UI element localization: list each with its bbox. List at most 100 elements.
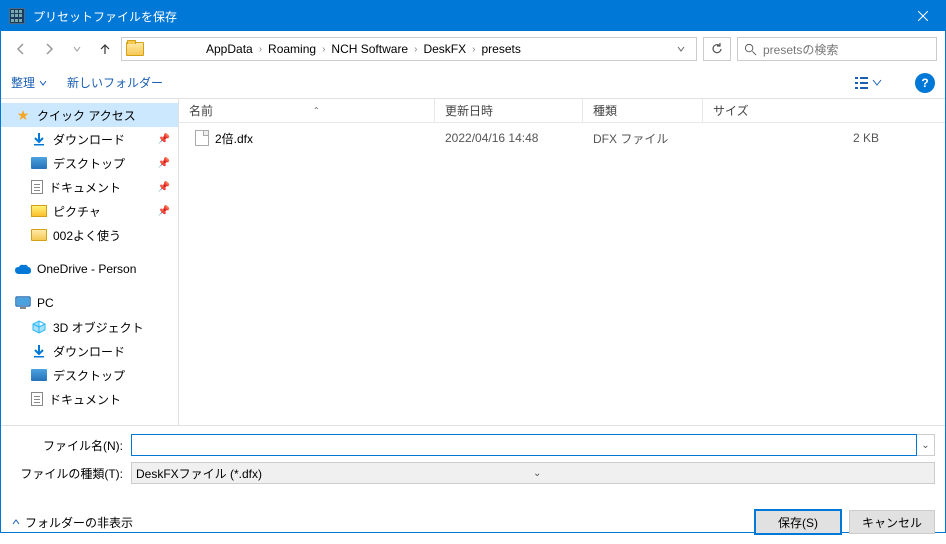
download-icon	[31, 131, 47, 147]
sidebar: ★ クイック アクセス ダウンロード 📌 デスクトップ 📌 ドキュメント 📌 ピクチャ📌…	[1, 99, 179, 425]
desktop-icon	[31, 157, 47, 169]
documents-icon	[31, 180, 43, 194]
sidebar-item-pc[interactable]: PC	[1, 291, 178, 315]
star-icon: ★	[15, 107, 31, 123]
folder-icon	[31, 229, 47, 241]
file-list: 名前⌃ 更新日時 種類 サイズ 2倍.dfx 2022/04/16 14:48 …	[179, 99, 945, 425]
view-icon	[855, 75, 883, 91]
sidebar-item-desktop-pc[interactable]: デスクトップ	[1, 363, 178, 387]
download-icon	[31, 343, 47, 359]
file-name-cell: 2倍.dfx	[185, 130, 435, 147]
navbar: AppData› Roaming› NCH Software› DeskFX› …	[1, 31, 945, 67]
cancel-button[interactable]: キャンセル	[849, 510, 935, 534]
sidebar-item-downloads-pc[interactable]: ダウンロード	[1, 339, 178, 363]
search-placeholder: presetsの検索	[763, 41, 838, 58]
column-header-date[interactable]: 更新日時	[435, 99, 583, 122]
pin-icon: 📌	[158, 158, 170, 169]
search-input[interactable]: presetsの検索	[737, 37, 937, 61]
sidebar-item-label: ダウンロード	[53, 343, 125, 360]
onedrive-icon	[15, 261, 31, 277]
filename-dropdown[interactable]: ⌄	[917, 434, 935, 456]
nav-forward-button[interactable]	[37, 37, 61, 61]
breadcrumb: AppData› Roaming› NCH Software› DeskFX› …	[202, 42, 670, 56]
sidebar-item-documents-pc[interactable]: ドキュメント	[1, 387, 178, 411]
desktop-icon	[31, 369, 47, 381]
hide-folders-button[interactable]: フォルダーの非表示	[11, 514, 133, 531]
file-size-cell: 2 KB	[703, 131, 939, 145]
chevron-up-icon	[11, 517, 21, 527]
filetype-combo[interactable]: DeskFXファイル (*.dfx)⌄	[131, 462, 935, 484]
column-headers: 名前⌃ 更新日時 種類 サイズ	[179, 99, 945, 123]
sidebar-item-label: ダウンロード	[53, 131, 125, 148]
crumb-roaming[interactable]: Roaming	[264, 42, 320, 56]
pin-icon: 📌	[158, 182, 170, 193]
toolbar: 整理 新しいフォルダー ?	[1, 67, 945, 99]
documents-icon	[31, 392, 43, 406]
address-bar[interactable]: AppData› Roaming› NCH Software› DeskFX› …	[121, 37, 697, 61]
pin-icon: 📌	[158, 134, 170, 145]
close-button[interactable]	[900, 1, 945, 31]
chevron-right-icon: ›	[470, 44, 477, 55]
new-folder-button[interactable]: 新しいフォルダー	[67, 74, 163, 91]
crumb-presets[interactable]: presets	[477, 42, 524, 56]
nav-back-button[interactable]	[9, 37, 33, 61]
sidebar-item-label: PC	[37, 296, 54, 310]
help-button[interactable]: ?	[915, 73, 935, 93]
sidebar-item-pictures[interactable]: ピクチャ📌	[1, 199, 178, 223]
folder-icon	[126, 42, 144, 56]
chevron-right-icon: ›	[320, 44, 327, 55]
filetype-label: ファイルの種類(T):	[11, 465, 131, 482]
sidebar-item-custom-folder[interactable]: 002よく使う	[1, 223, 178, 247]
column-header-type[interactable]: 種類	[583, 99, 703, 122]
sidebar-item-label: 3D オブジェクト	[53, 319, 144, 336]
filename-label: ファイル名(N):	[11, 437, 131, 454]
chevron-right-icon: ›	[257, 44, 264, 55]
refresh-button[interactable]	[703, 37, 731, 61]
crumb-appdata[interactable]: AppData	[202, 42, 257, 56]
pin-icon: 📌	[158, 206, 170, 217]
nav-up-button[interactable]	[93, 37, 117, 61]
address-dropdown-icon[interactable]	[670, 44, 692, 54]
footer: フォルダーの非表示 保存(S) キャンセル	[1, 498, 945, 544]
pictures-icon	[31, 205, 47, 217]
search-icon	[744, 43, 757, 56]
chevron-down-icon: ⌄	[533, 468, 930, 479]
bottom-panel: ファイル名(N): ⌄ ファイルの種類(T): DeskFXファイル (*.df…	[1, 425, 945, 498]
table-row[interactable]: 2倍.dfx 2022/04/16 14:48 DFX ファイル 2 KB	[185, 127, 939, 149]
sidebar-item-3d-objects[interactable]: 3D オブジェクト	[1, 315, 178, 339]
app-icon	[9, 8, 25, 24]
sidebar-item-desktop[interactable]: デスクトップ 📌	[1, 151, 178, 175]
crumb-deskfx[interactable]: DeskFX	[419, 42, 470, 56]
sidebar-item-label: デスクトップ	[53, 367, 125, 384]
sidebar-item-label: デスクトップ	[53, 155, 125, 172]
sidebar-item-downloads[interactable]: ダウンロード 📌	[1, 127, 178, 151]
sidebar-item-label: OneDrive - Person	[37, 262, 136, 276]
column-header-size[interactable]: サイズ	[703, 99, 945, 122]
filetype-value: DeskFXファイル (*.dfx)	[136, 465, 533, 482]
sidebar-item-label: ドキュメント	[49, 179, 121, 196]
sidebar-item-label: 002よく使う	[53, 227, 121, 244]
sidebar-item-label: クイック アクセス	[37, 107, 136, 124]
titlebar: プリセットファイルを保存	[1, 1, 945, 31]
filename-input[interactable]	[131, 434, 917, 456]
file-icon	[195, 130, 209, 146]
sidebar-item-label: ドキュメント	[49, 391, 121, 408]
pc-icon	[15, 295, 31, 311]
file-date-cell: 2022/04/16 14:48	[435, 131, 583, 145]
sidebar-item-quick-access[interactable]: ★ クイック アクセス	[1, 103, 178, 127]
window-title: プリセットファイルを保存	[33, 8, 900, 25]
crumb-nch[interactable]: NCH Software	[327, 42, 412, 56]
body-area: ★ クイック アクセス ダウンロード 📌 デスクトップ 📌 ドキュメント 📌 ピクチャ📌…	[1, 99, 945, 425]
organize-menu[interactable]: 整理	[11, 74, 47, 91]
chevron-right-icon: ›	[412, 44, 419, 55]
file-name: 2倍.dfx	[215, 130, 253, 147]
column-header-name[interactable]: 名前⌃	[179, 99, 435, 122]
sidebar-item-documents[interactable]: ドキュメント 📌	[1, 175, 178, 199]
chevron-down-icon	[39, 79, 47, 87]
nav-recent-dropdown[interactable]	[65, 37, 89, 61]
save-button[interactable]: 保存(S)	[755, 510, 841, 534]
view-options-button[interactable]	[855, 75, 883, 91]
sidebar-item-onedrive[interactable]: OneDrive - Person	[1, 257, 178, 281]
file-type-cell: DFX ファイル	[583, 130, 703, 147]
sort-indicator-icon: ⌃	[313, 106, 320, 115]
